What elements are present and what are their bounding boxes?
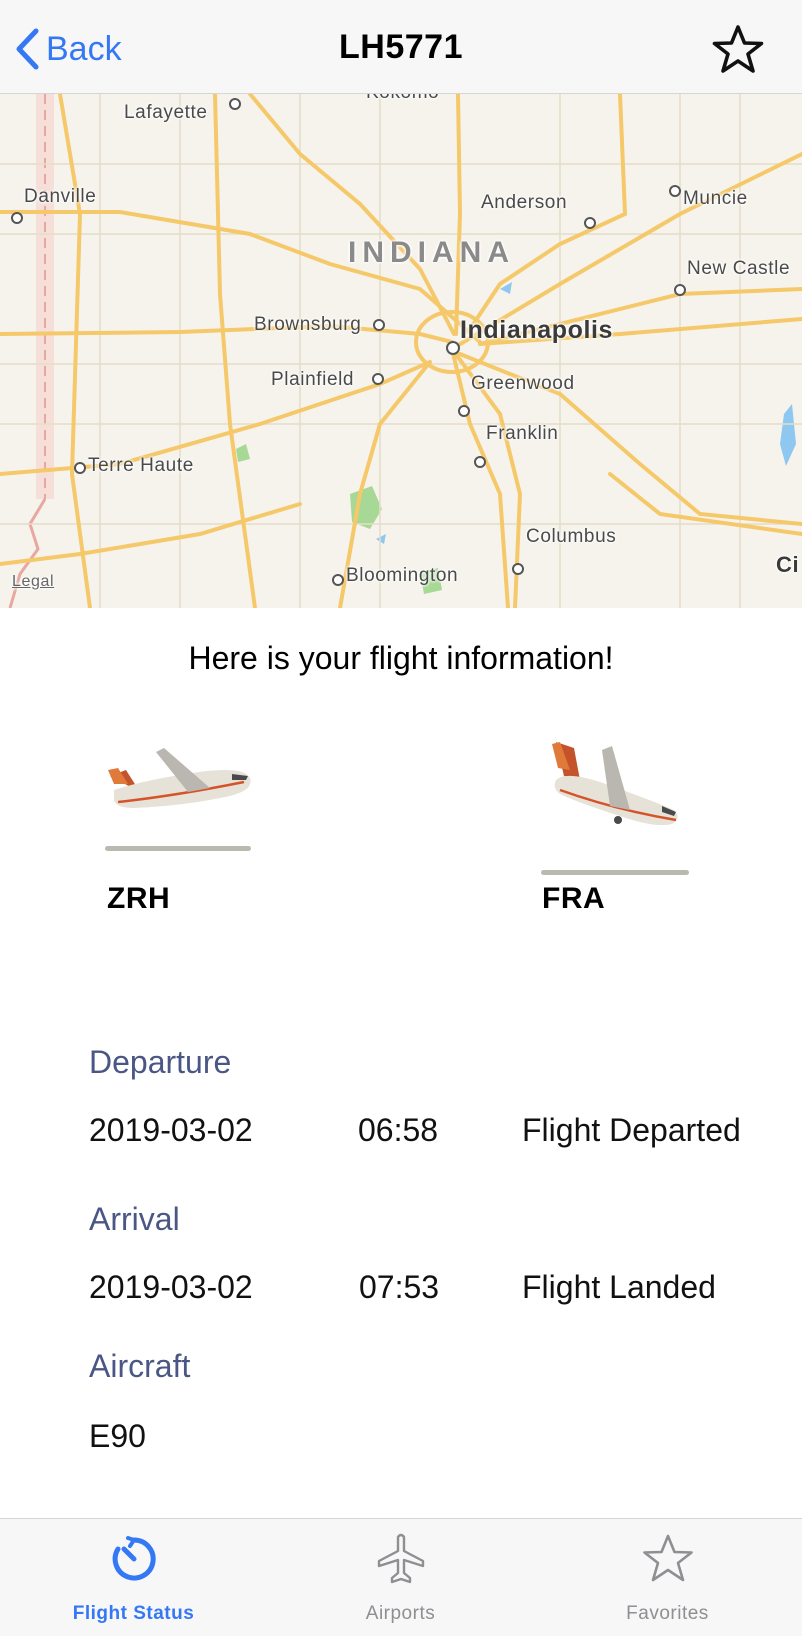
city-label-bloomington: Bloomington	[346, 565, 459, 586]
tab-label-favorites: Favorites	[626, 1603, 709, 1624]
arrival-status: Flight Landed	[522, 1269, 716, 1305]
city-label-brownsburg: Brownsburg	[254, 314, 362, 335]
arrival-time: 07:53	[359, 1269, 440, 1305]
city-label-plainfield: Plainfield	[271, 369, 355, 390]
state-label: INDIANA	[348, 236, 515, 269]
city-label-franklin: Franklin	[486, 423, 559, 444]
star-outline-icon[interactable]	[712, 24, 764, 76]
tab-flight-status[interactable]: Flight Status	[0, 1519, 267, 1636]
city-label-lafayette: Lafayette	[124, 102, 208, 123]
city-label-terre-haute: Terre Haute	[88, 455, 194, 476]
arrival-progress-bar	[541, 870, 689, 875]
city-label-muncie: Muncie	[683, 188, 748, 209]
city-label-partial: Ci	[776, 552, 800, 577]
departure-status: Flight Departed	[522, 1112, 741, 1148]
tab-bar: Flight Status Airports Favorites	[0, 1518, 802, 1636]
tab-label-airports: Airports	[365, 1603, 436, 1624]
aircraft-label: Aircraft	[89, 1348, 191, 1384]
tab-label-flight-status: Flight Status	[72, 1603, 195, 1624]
info-title: Here is your flight information!	[188, 640, 614, 676]
tab-favorites[interactable]: Favorites	[534, 1519, 801, 1636]
tab-airports[interactable]: Airports	[267, 1519, 534, 1636]
legal-link[interactable]: Legal	[12, 573, 54, 591]
aircraft-value: E90	[89, 1418, 146, 1454]
page-title: LH5771	[339, 28, 463, 66]
departure-time: 06:58	[358, 1112, 439, 1148]
city-label-new-castle: New Castle	[687, 258, 791, 279]
arrival-label: Arrival	[89, 1201, 180, 1237]
map-roads	[0, 94, 802, 608]
departure-date: 2019-03-02	[89, 1112, 253, 1148]
city-label-indianapolis: Indianapolis	[460, 316, 614, 344]
arrival-plane-icon	[552, 742, 678, 826]
origin-code: ZRH	[107, 882, 171, 915]
city-label-columbus: Columbus	[526, 526, 617, 547]
city-label-kokomo: Kokomo	[366, 94, 439, 104]
city-label-danville: Danville	[24, 186, 97, 207]
star-icon	[642, 1534, 693, 1582]
departure-plane-icon	[108, 748, 251, 808]
airplane-icon	[377, 1533, 424, 1584]
departure-progress-bar	[105, 846, 251, 851]
city-label-anderson: Anderson	[481, 192, 568, 213]
arrival-date: 2019-03-02	[89, 1269, 253, 1305]
flight-status-icon	[112, 1536, 156, 1581]
navigation-bar: Back LH5771	[0, 0, 802, 94]
destination-code: FRA	[542, 882, 606, 915]
city-label-greenwood: Greenwood	[471, 373, 575, 394]
route-map[interactable]: Kokomo Lafayette Danville Anderson Munci…	[0, 94, 802, 608]
departure-label: Departure	[89, 1044, 232, 1080]
